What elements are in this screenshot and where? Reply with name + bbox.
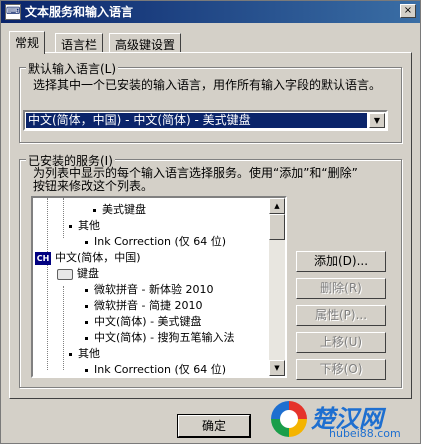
keyboard-icon: ⌨ [5, 4, 21, 20]
tab-general[interactable]: 常规 [9, 31, 46, 54]
default-language-select[interactable]: 中文(简体，中国) - 中文(简体) - 美式键盘 ▼ [23, 110, 388, 131]
tree-item[interactable]: 微软拼音 - 简捷 2010 [85, 298, 202, 314]
properties-button[interactable]: 属性(P)... [296, 305, 386, 326]
tree-item[interactable]: 美式键盘 [93, 202, 146, 218]
bullet-icon [85, 336, 88, 340]
logo-icon [271, 401, 307, 437]
tree-item-language[interactable]: CH 中文(简体，中国) [35, 250, 141, 266]
remove-button[interactable]: 删除(R) [296, 278, 386, 299]
default-language-label: 默认输入语言(L) [26, 60, 119, 77]
services-tree[interactable]: 美式键盘 其他 Ink Correction (仅 64 位) CH 中文(简体，… [31, 196, 287, 378]
dialog-window: ⌨ 文本服务和输入语言 × 常规 语言栏 高级键设置 默认输入语言(L) 选择其… [0, 0, 421, 444]
move-up-button[interactable]: 上移(U) [296, 332, 386, 353]
tree-item[interactable]: 微软拼音 - 新体验 2010 [85, 282, 213, 298]
scroll-thumb[interactable] [269, 214, 285, 240]
tree-line [63, 198, 64, 238]
tree-item[interactable]: 其他 [69, 346, 100, 362]
tab-advanced-key-settings[interactable]: 高级键设置 [109, 33, 182, 53]
tree-item[interactable]: Ink Correction (仅 64 位) [85, 234, 226, 250]
scroll-down-icon[interactable]: ▼ [269, 360, 285, 376]
title-bar[interactable]: ⌨ 文本服务和输入语言 × [1, 1, 420, 23]
add-button[interactable]: 添加(D)... [296, 251, 386, 272]
tab-language-bar[interactable]: 语言栏 [55, 33, 104, 53]
bullet-icon [85, 240, 88, 244]
tree-line [47, 198, 48, 370]
watermark-logo: 楚汉网 hubei88.com [271, 399, 419, 443]
bullet-icon [85, 288, 88, 292]
tree-item[interactable]: 键盘 [57, 266, 99, 282]
tree-item[interactable]: 其他 [69, 218, 100, 234]
installed-services-description-2: 按钮来修改这个列表。 [33, 179, 154, 193]
language-badge: CH [35, 251, 51, 265]
tree-line [63, 286, 64, 370]
tree-item[interactable]: Ink Correction (仅 64 位) [85, 362, 226, 376]
close-button[interactable]: × [400, 4, 416, 18]
bullet-icon [69, 224, 72, 228]
dropdown-arrow-icon[interactable]: ▼ [369, 113, 385, 128]
default-language-description: 选择其中一个已安装的输入语言，用作所有输入字段的默认语言。 [33, 78, 382, 92]
window-title: 文本服务和输入语言 [25, 5, 134, 19]
bullet-icon [93, 208, 96, 212]
bullet-icon [85, 368, 88, 372]
scroll-up-icon[interactable]: ▲ [269, 198, 285, 214]
move-down-button[interactable]: 下移(O) [296, 359, 386, 380]
ok-button[interactable]: 确定 [177, 414, 251, 438]
keyboard-icon [57, 268, 73, 280]
tree-scrollbar[interactable]: ▲ ▼ [269, 198, 285, 376]
tree-item[interactable]: 中文(简体) - 美式键盘 [85, 314, 202, 330]
tree-item[interactable]: 中文(简体) - 搜狗五笔输入法 [85, 330, 235, 346]
watermark-url: hubei88.com [329, 427, 401, 440]
bullet-icon [69, 352, 72, 356]
default-language-selected: 中文(简体，中国) - 中文(简体) - 美式键盘 [26, 113, 367, 128]
bullet-icon [85, 320, 88, 324]
bullet-icon [85, 304, 88, 308]
